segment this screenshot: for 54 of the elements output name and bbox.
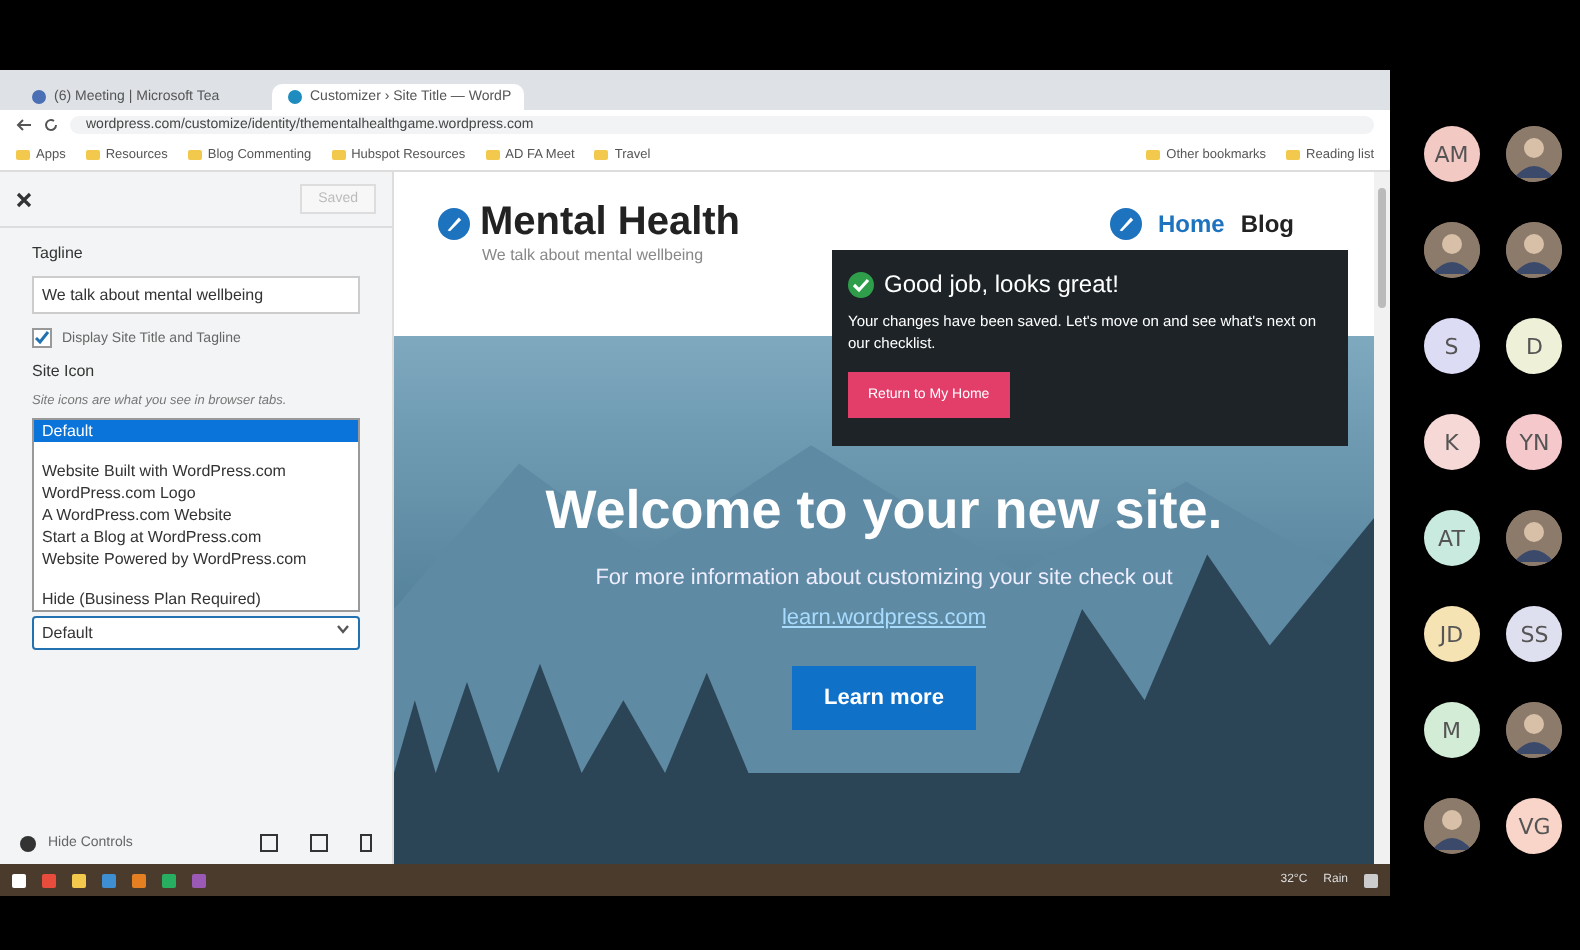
reload-icon[interactable]: [44, 118, 58, 132]
dropdown-option[interactable]: Website Powered by WordPress.com: [34, 548, 358, 570]
taskbar-app-icon[interactable]: [132, 873, 146, 887]
nav-link[interactable]: Home: [1157, 210, 1225, 238]
participant-photo[interactable]: [1506, 510, 1563, 566]
participant-avatar[interactable]: VG: [1506, 798, 1563, 854]
dropdown-option[interactable]: Default: [34, 420, 358, 442]
participant-avatar[interactable]: SS: [1506, 606, 1563, 662]
participant-avatar[interactable]: M: [1423, 702, 1480, 758]
close-icon[interactable]: [16, 191, 32, 207]
tagline-label: Tagline: [32, 244, 85, 262]
participant-avatar[interactable]: AM: [1423, 126, 1480, 182]
participant-photo[interactable]: [1423, 222, 1480, 278]
desktop-icon[interactable]: [260, 834, 278, 852]
check-icon: [848, 271, 874, 297]
tablet-icon[interactable]: [310, 834, 328, 852]
hero-text: For more information about customizing your site check out learn.wordpress.com: [593, 564, 1175, 634]
dropdown-option[interactable]: Start a Blog at WordPress.com: [34, 526, 358, 548]
participant-photo[interactable]: [1506, 702, 1563, 758]
hero-heading: Welcome to your new site.: [545, 480, 1223, 542]
taskbar-app-icon[interactable]: [162, 873, 176, 887]
participant-photo[interactable]: [1423, 798, 1480, 854]
site-title: Mental Health: [480, 200, 741, 246]
participant-avatar[interactable]: S: [1423, 318, 1480, 374]
dropdown-option[interactable]: A WordPress.com Website: [34, 504, 358, 526]
windows-start-icon[interactable]: [12, 873, 26, 887]
site-icon-select[interactable]: Default: [32, 616, 360, 650]
participant-avatar[interactable]: D: [1506, 318, 1563, 374]
hide-controls-icon[interactable]: [20, 835, 36, 851]
dropdown-option[interactable]: Hide (Business Plan Required): [34, 588, 358, 610]
phone-icon[interactable]: [360, 834, 372, 852]
checkbox[interactable]: [32, 328, 52, 348]
site-tagline: We talk about mental wellbeing: [482, 246, 704, 264]
participant-avatar[interactable]: AT: [1423, 510, 1480, 566]
scrollbar-thumb[interactable]: [1378, 188, 1386, 308]
notice-title: Good job, looks great!: [884, 270, 1119, 298]
taskbar-app-icon[interactable]: [72, 873, 86, 887]
back-icon[interactable]: [16, 118, 32, 132]
participant-avatar[interactable]: JD: [1423, 606, 1480, 662]
dropdown-option[interactable]: Website Built with WordPress.com: [34, 460, 358, 482]
participant-avatar[interactable]: YN: [1506, 414, 1563, 470]
chevron-down-icon: [336, 624, 350, 634]
participant-photo[interactable]: [1506, 222, 1563, 278]
tagline-field[interactable]: We talk about mental wellbeing: [32, 276, 360, 314]
dropdown-option[interactable]: WordPress.com Logo: [34, 482, 358, 504]
learn-more-button[interactable]: Learn more: [792, 666, 976, 730]
participant-photo[interactable]: [1506, 126, 1563, 182]
wordpress-logo-icon: [438, 207, 470, 239]
wordpress-logo-icon: [1109, 208, 1142, 240]
taskbar-app-icon[interactable]: [102, 873, 116, 887]
nav-link[interactable]: Blog: [1240, 210, 1294, 238]
taskbar-app-icon[interactable]: [42, 873, 56, 887]
participant-avatar[interactable]: K: [1423, 414, 1480, 470]
site-icon-heading: Site Icon: [32, 362, 97, 380]
